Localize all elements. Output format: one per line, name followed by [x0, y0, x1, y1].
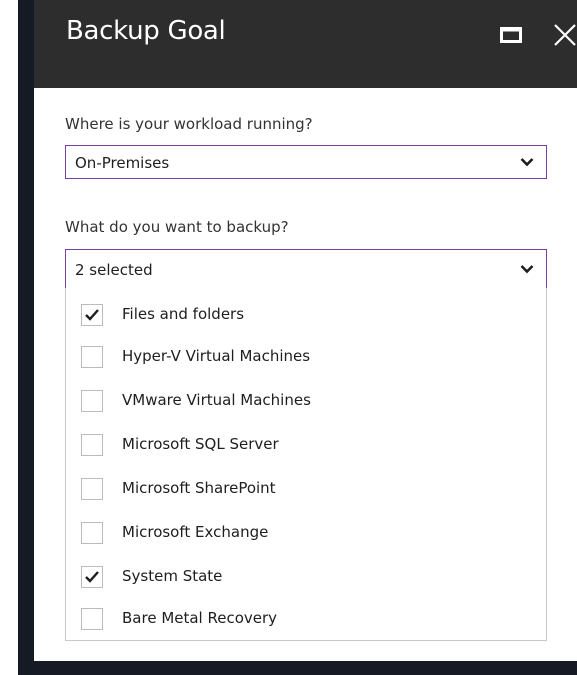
option-vmware[interactable]: VMware Virtual Machines: [81, 388, 521, 418]
page-margin: [0, 0, 18, 675]
workload-label: Where is your workload running?: [65, 115, 313, 133]
backup-selected-summary: 2 selected: [75, 261, 153, 279]
option-exchange[interactable]: Microsoft Exchange: [81, 520, 521, 550]
backup-options-list: Files and folders Hyper-V Virtual Machin…: [65, 288, 547, 641]
checkbox[interactable]: [81, 608, 103, 630]
checkbox[interactable]: [81, 566, 103, 588]
option-label: System State: [122, 567, 223, 585]
option-label: Microsoft SharePoint: [122, 479, 276, 497]
checkbox[interactable]: [81, 478, 103, 500]
blade-title: Backup Goal: [66, 16, 226, 46]
option-hyper-v[interactable]: Hyper-V Virtual Machines: [81, 344, 521, 374]
checkbox[interactable]: [81, 304, 103, 326]
checkbox[interactable]: [81, 346, 103, 368]
option-label: Microsoft Exchange: [122, 523, 269, 541]
backup-dropdown[interactable]: 2 selected: [65, 249, 547, 289]
checkbox[interactable]: [81, 390, 103, 412]
checkmark-icon: [85, 309, 99, 321]
window-frame-bottom: [18, 661, 577, 675]
option-label: Bare Metal Recovery: [122, 609, 278, 627]
workload-dropdown[interactable]: On-Premises: [65, 145, 547, 179]
option-bare-metal-recovery[interactable]: Bare Metal Recovery: [81, 606, 521, 636]
option-label: Files and folders: [122, 305, 245, 323]
window-frame-left: [18, 0, 34, 675]
backup-label: What do you want to backup?: [65, 218, 289, 236]
checkmark-icon: [85, 571, 99, 583]
option-label: Hyper-V Virtual Machines: [122, 347, 311, 365]
maximize-icon[interactable]: [500, 27, 522, 43]
blade-header: Backup Goal: [34, 0, 577, 88]
option-label: VMware Virtual Machines: [122, 391, 311, 409]
chevron-down-icon: [520, 264, 534, 274]
workload-selected-value: On-Premises: [75, 154, 170, 172]
option-sql-server[interactable]: Microsoft SQL Server: [81, 432, 521, 462]
blade-content: Where is your workload running? On-Premi…: [34, 88, 577, 661]
close-icon[interactable]: [552, 22, 577, 48]
checkbox[interactable]: [81, 522, 103, 544]
option-files-and-folders[interactable]: Files and folders: [81, 302, 521, 332]
checkbox[interactable]: [81, 434, 103, 456]
option-sharepoint[interactable]: Microsoft SharePoint: [81, 476, 521, 506]
chevron-down-icon: [520, 157, 534, 167]
option-label: Microsoft SQL Server: [122, 435, 279, 453]
option-system-state[interactable]: System State: [81, 564, 521, 594]
